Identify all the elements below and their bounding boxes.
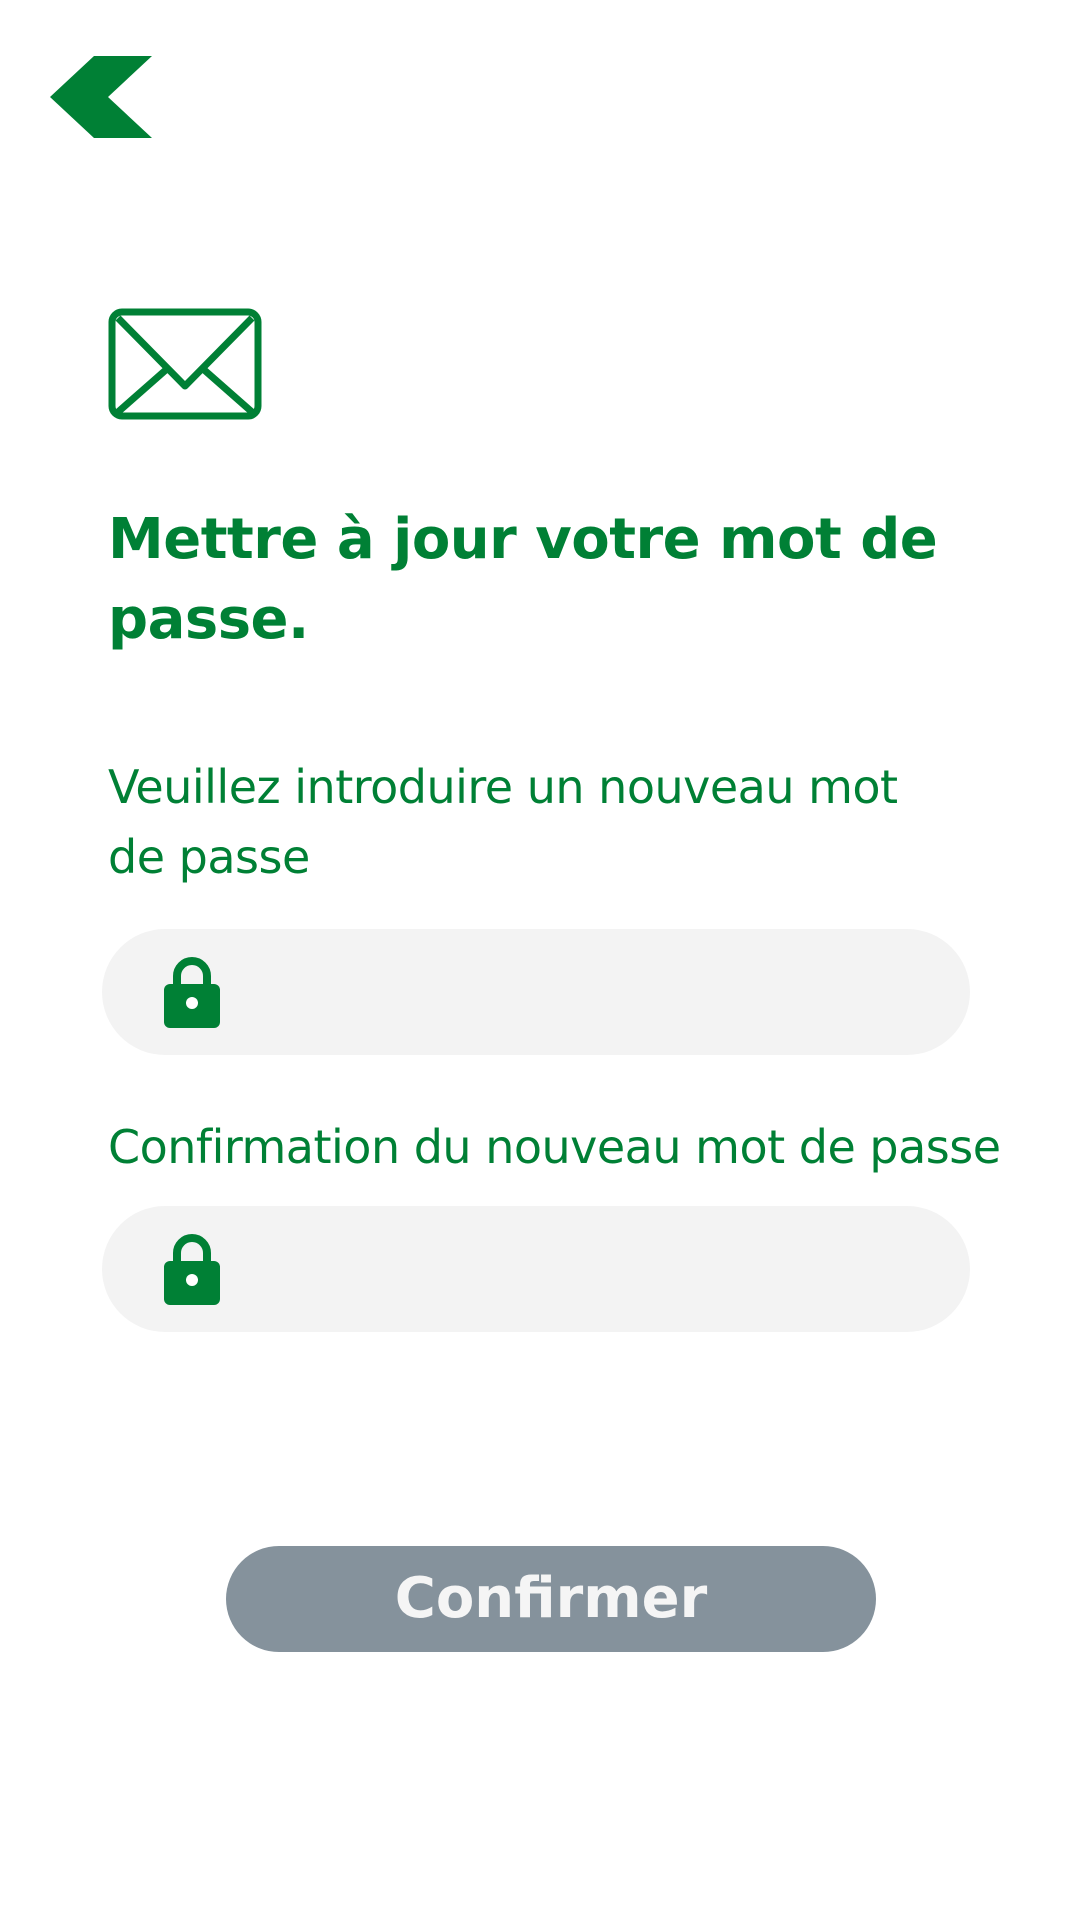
new-password-input[interactable] [252,929,932,1055]
confirm-password-input[interactable] [252,1206,932,1332]
new-password-field[interactable] [102,929,970,1055]
confirm-password-label: Confirmation du nouveau mot de passe [108,1120,1001,1174]
lock-icon [164,956,220,1028]
envelope-icon [108,308,262,420]
page-title: Mettre à jour votre mot de passe. [108,507,938,652]
lock-icon [164,1233,220,1305]
confirm-button[interactable]: Confirmer [226,1546,876,1652]
back-button[interactable] [50,56,154,140]
confirm-password-field[interactable] [102,1206,970,1332]
chevron-left-icon [50,56,152,138]
new-password-label: Veuillez introduire un nouveau mot de pa… [108,760,898,884]
